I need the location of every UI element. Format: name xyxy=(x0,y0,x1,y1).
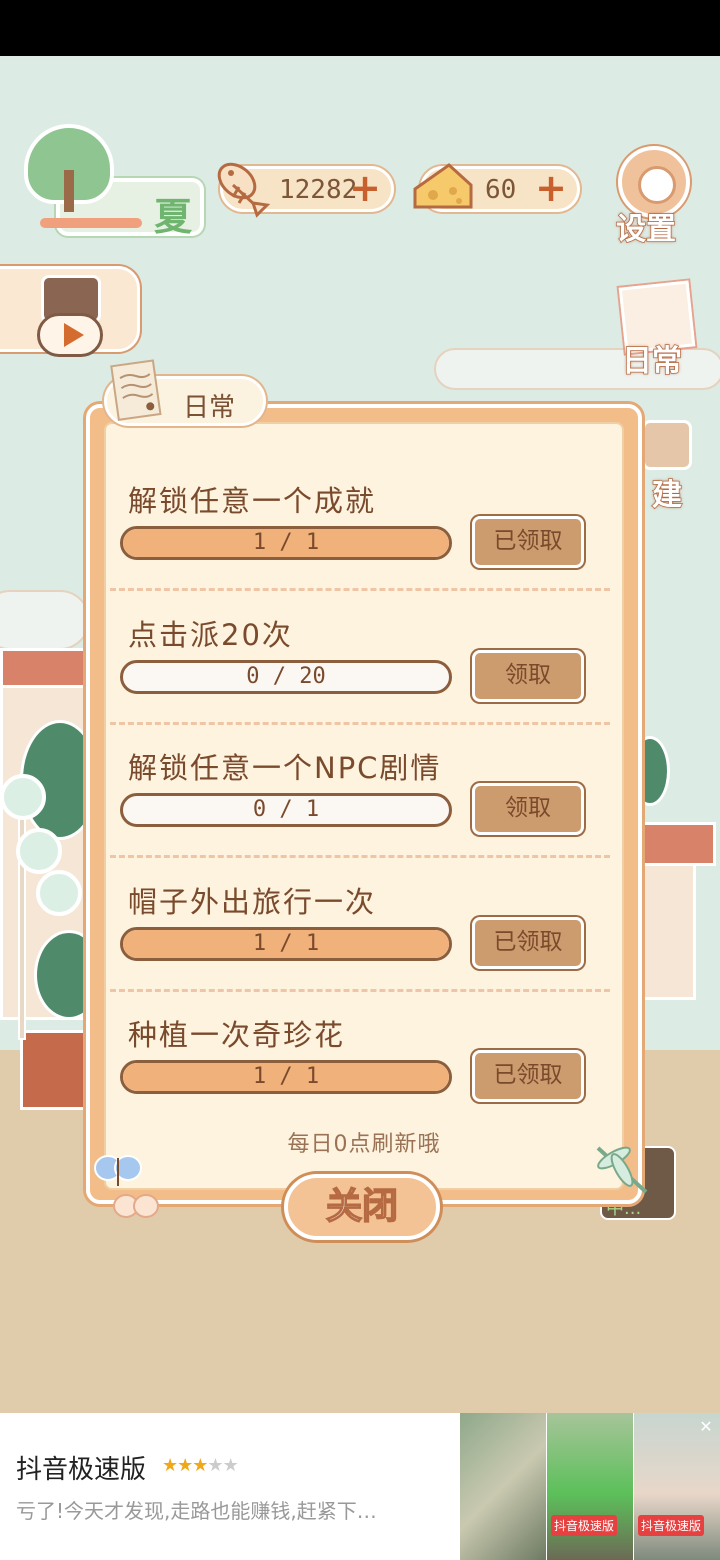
task-name: 解锁任意一个NPC剧情 xyxy=(128,751,442,785)
star-icon: ★ xyxy=(162,1455,178,1476)
ad-rating: ★★★★★ xyxy=(162,1455,239,1476)
task-claim-button[interactable]: 已领取 xyxy=(472,516,584,568)
refresh-note: 每日0点刷新哦 xyxy=(287,1132,441,1157)
star-icon: ★ xyxy=(192,1455,208,1476)
task-divider xyxy=(110,588,610,591)
task-progress-text: 0 / 20 xyxy=(246,663,326,689)
play-video-button[interactable] xyxy=(37,313,103,357)
task-row: 种植一次奇珍花 1 / 1 已领取 xyxy=(110,996,610,1130)
task-row: 解锁任意一个NPC剧情 0 / 1 领取 xyxy=(110,729,610,863)
daily-side-button[interactable]: 日常 xyxy=(612,280,702,380)
daily-side-label: 日常 xyxy=(621,343,683,380)
ad-thumb-2: 抖音极速版 xyxy=(547,1413,633,1560)
roof-left xyxy=(0,648,90,688)
star-icon: ★ xyxy=(177,1455,193,1476)
season-label: 夏 xyxy=(153,195,192,239)
task-progress-text: 0 / 1 xyxy=(252,797,320,822)
hammer-icon xyxy=(642,420,692,470)
task-progress-bar: 1 / 1 xyxy=(120,1060,452,1094)
close-button[interactable]: 关闭 xyxy=(284,1174,440,1240)
build-side-label: 建 xyxy=(651,477,683,514)
settings-label: 设置 xyxy=(615,211,677,248)
season-tree-trunk xyxy=(64,170,74,212)
task-divider xyxy=(110,721,610,725)
note-paper-icon xyxy=(110,359,162,421)
butterfly-icon xyxy=(113,1194,159,1218)
task-claim-button[interactable]: 领取 xyxy=(472,649,584,702)
task-row: 帽子外出旅行一次 1 / 1 已领取 xyxy=(110,863,610,997)
season-indicator[interactable]: 夏 xyxy=(24,120,204,239)
cheese-currency[interactable]: 60 + xyxy=(413,163,580,212)
task-name: 点击派20次 xyxy=(128,617,293,652)
fish-bone-icon xyxy=(217,162,271,218)
bag-button[interactable] xyxy=(0,266,140,357)
status-bar xyxy=(0,0,720,56)
task-progress-bar: 0 / 1 xyxy=(120,793,452,827)
task-name: 帽子外出旅行一次 xyxy=(128,884,377,919)
lamp-globe xyxy=(16,828,62,874)
cheese-count: 60 xyxy=(485,175,517,205)
task-name: 解锁任意一个成就 xyxy=(128,484,377,518)
star-icon: ★ xyxy=(222,1455,239,1476)
ad-thumb-tag: 抖音极速版 xyxy=(638,1515,705,1536)
lamp-globe xyxy=(0,774,46,820)
ad-banner[interactable]: 抖音极速版 ★★★★★ 亏了!今天才发现,走路也能赚钱,赶紧下… 抖音极速版 抖… xyxy=(0,1413,720,1560)
task-divider xyxy=(110,988,610,992)
task-progress-text: 1 / 1 xyxy=(252,930,320,956)
task-progress-text: 1 / 1 xyxy=(252,1064,320,1089)
task-divider xyxy=(110,855,610,858)
task-claim-button[interactable]: 已领取 xyxy=(472,1050,584,1102)
task-progress-bar: 0 / 20 xyxy=(120,659,452,694)
dialog-tab-label: 日常 xyxy=(183,393,236,423)
roof-right xyxy=(632,822,716,866)
ad-description: 亏了!今天才发现,走路也能赚钱,赶紧下… xyxy=(16,1499,377,1523)
task-progress-bar: 1 / 1 xyxy=(120,926,452,961)
ad-thumb-1 xyxy=(460,1413,546,1560)
task-claim-button[interactable]: 领取 xyxy=(472,783,584,835)
ad-thumb-tag: 抖音极速版 xyxy=(551,1515,618,1536)
dragonfly-icon xyxy=(596,1146,648,1194)
task-progress-text: 1 / 1 xyxy=(252,530,320,555)
task-row: 点击派20次 0 / 20 领取 xyxy=(110,596,610,730)
ad-title: 抖音极速版 xyxy=(16,1455,147,1485)
season-progress-fill xyxy=(40,218,142,228)
fish-currency[interactable]: 12282 + xyxy=(217,162,394,218)
cheese-add-button[interactable]: + xyxy=(533,169,569,208)
star-icon: ★ xyxy=(207,1455,223,1476)
task-progress-bar: 1 / 1 xyxy=(120,526,452,560)
lamp-post xyxy=(18,790,26,1040)
task-row: 解锁任意一个成就 1 / 1 已领取 xyxy=(110,462,610,596)
cloud xyxy=(0,590,90,650)
season-progress-bar xyxy=(40,218,160,228)
task-name: 种植一次奇珍花 xyxy=(128,1018,346,1052)
fish-count: 12282 xyxy=(279,175,358,205)
lamp-globe xyxy=(36,870,82,916)
butterfly-icon xyxy=(94,1155,142,1186)
cheese-icon xyxy=(413,163,473,209)
task-claim-button[interactable]: 已领取 xyxy=(472,916,584,969)
fish-add-button[interactable]: + xyxy=(347,169,383,208)
ad-close-icon[interactable]: ✕ xyxy=(696,1417,716,1437)
settings-button[interactable]: 设置 xyxy=(612,146,696,248)
ad-thumb-3: 抖音极速版 ✕ xyxy=(634,1413,720,1560)
